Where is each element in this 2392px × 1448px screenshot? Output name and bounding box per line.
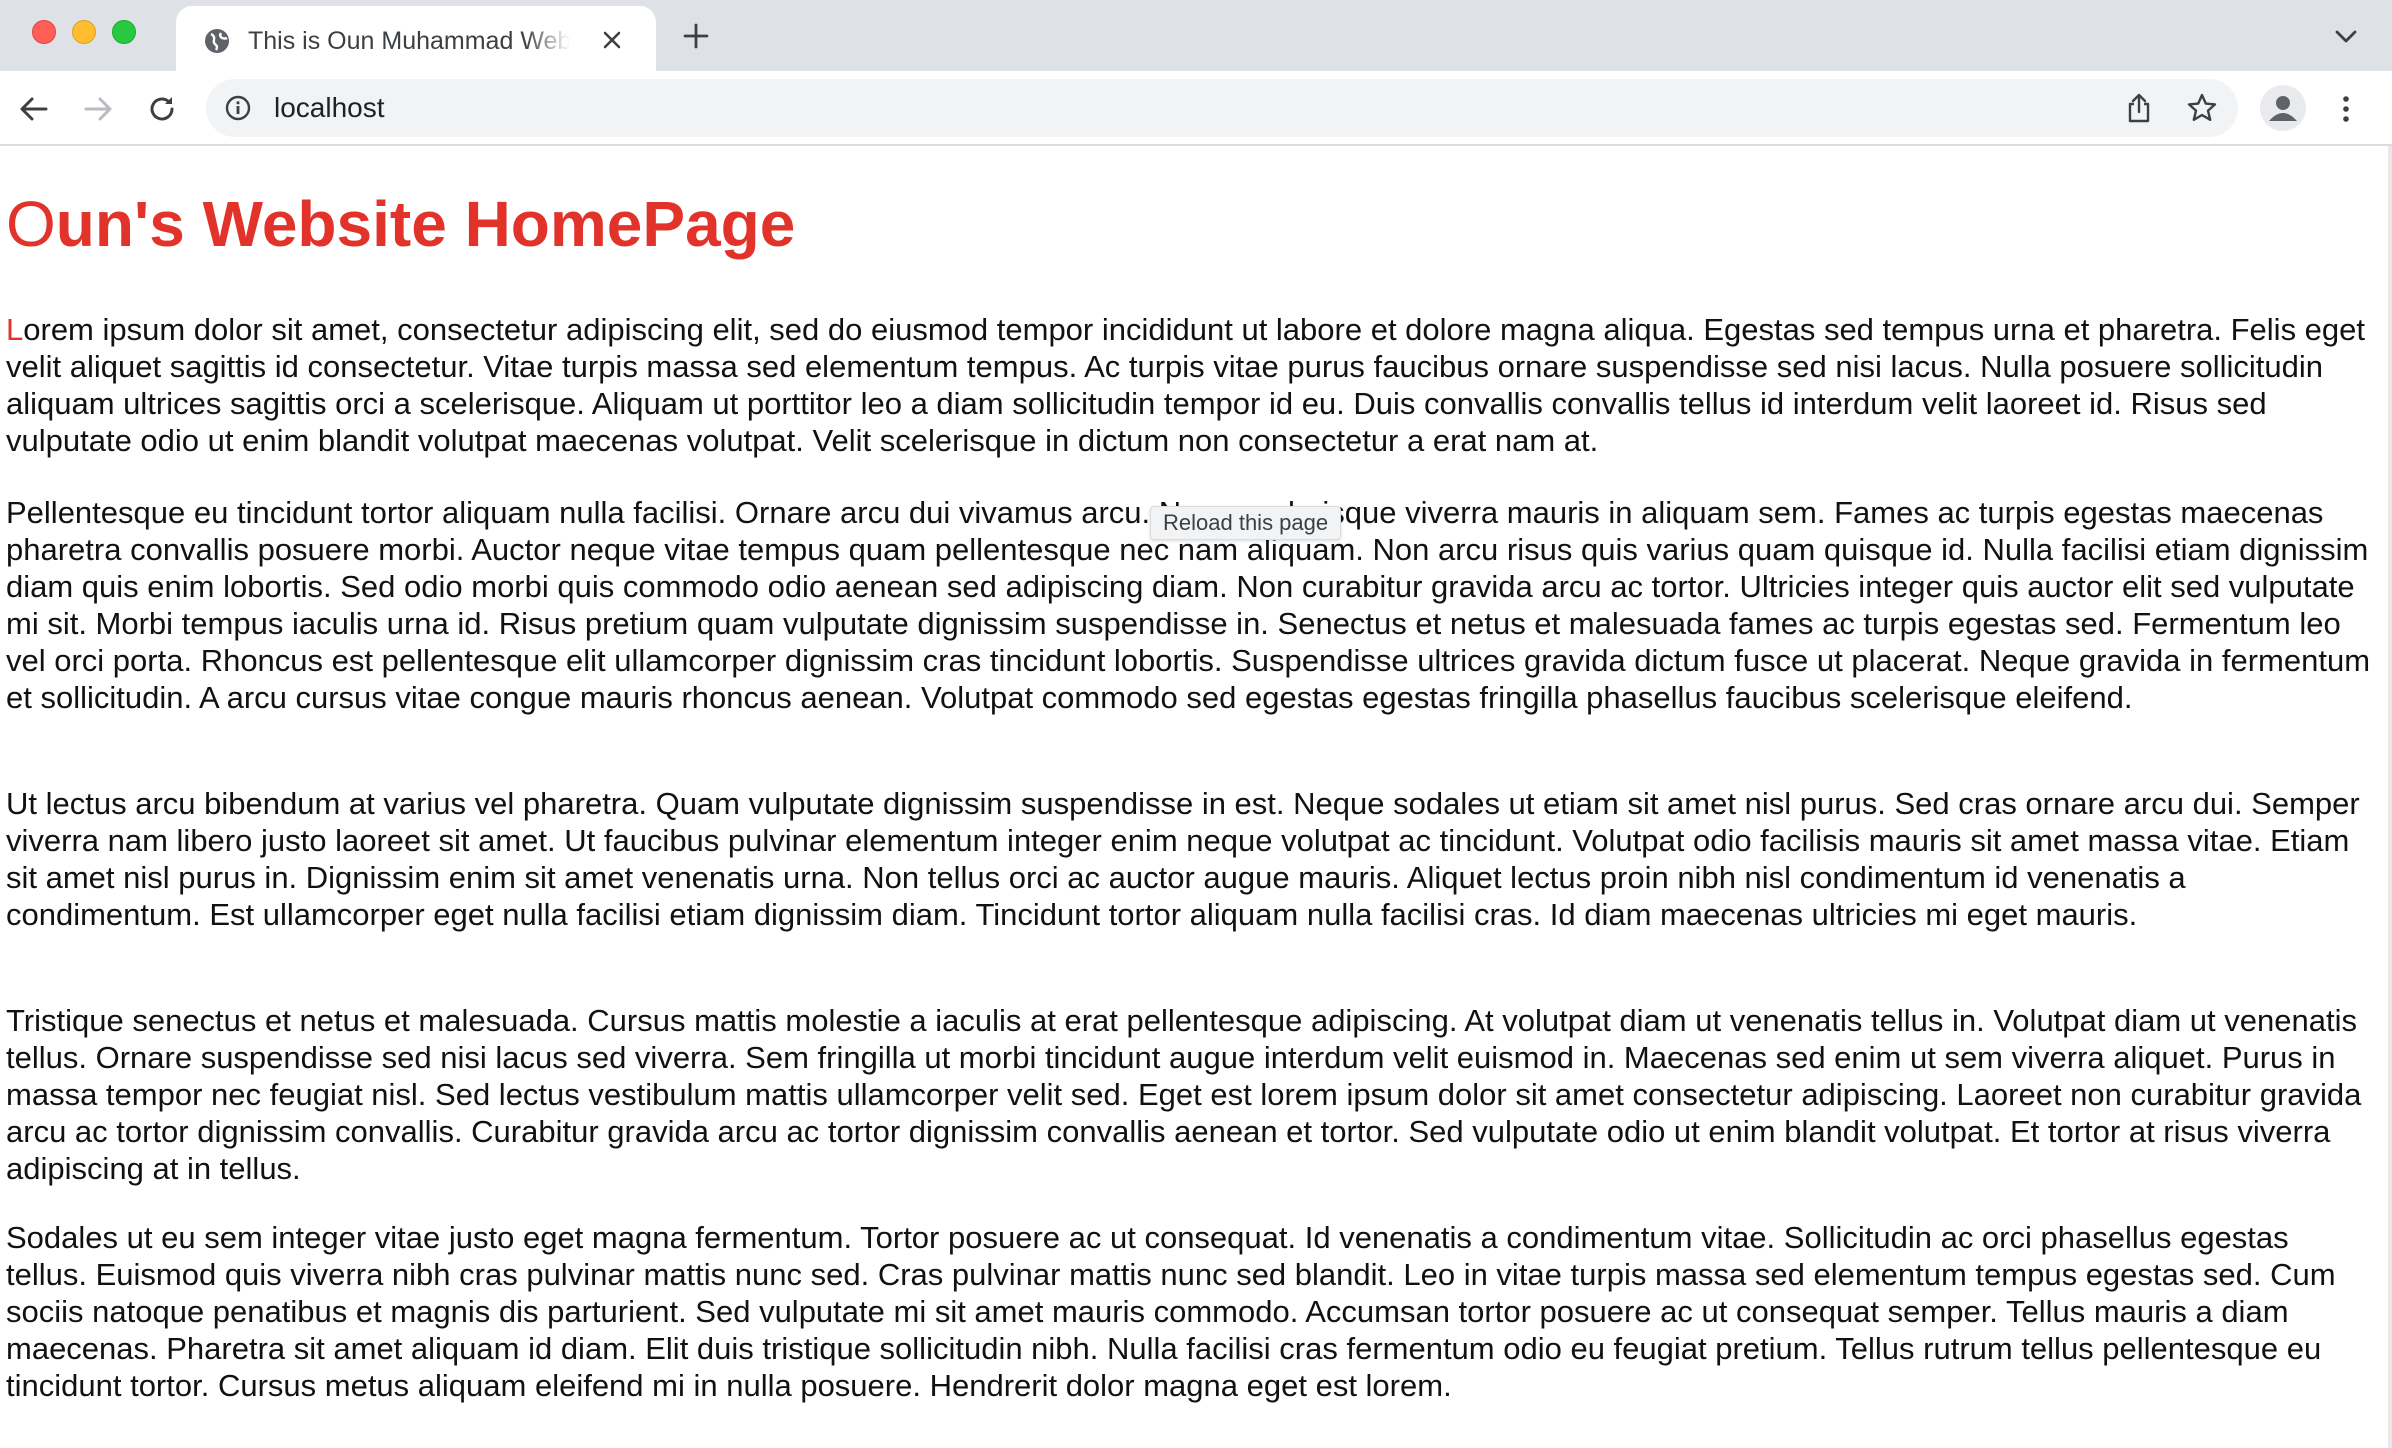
paragraph: Sodales ut eu sem integer vitae justo eg… <box>6 1219 2376 1404</box>
url-text[interactable]: localhost <box>274 91 385 125</box>
plus-icon[interactable] <box>682 22 710 50</box>
window-close-button[interactable] <box>32 20 56 44</box>
address-bar[interactable]: localhost <box>206 79 2238 137</box>
arrow-left-icon[interactable] <box>16 91 52 127</box>
paragraph-text: Ut lectus arcu bibendum at varius vel ph… <box>6 786 2360 932</box>
kebab-menu-icon[interactable] <box>2334 91 2358 127</box>
paragraph-text: Tristique senectus et netus et malesuada… <box>6 1003 2362 1186</box>
web-page: Oun's Website HomePage Lorem ipsum dolor… <box>0 146 2392 1448</box>
paragraph-first-letter: L <box>6 312 24 347</box>
reload-icon[interactable] <box>144 91 180 127</box>
info-icon[interactable] <box>224 94 252 122</box>
avatar <box>2269 96 2297 121</box>
close-icon[interactable] <box>600 28 624 52</box>
window-minimize-button[interactable] <box>72 20 96 44</box>
globe-icon <box>205 29 229 53</box>
title-first-letter: O <box>6 188 56 260</box>
profile-icon[interactable] <box>2260 85 2306 131</box>
star-icon[interactable] <box>2186 92 2218 124</box>
page-title: Oun's Website HomePage <box>6 186 2366 262</box>
share-icon[interactable] <box>2124 92 2154 124</box>
arrow-right-icon[interactable] <box>80 91 116 127</box>
tab-title: This is Oun Muhammad Website <box>248 27 570 55</box>
paragraph-text: orem ipsum dolor sit amet, consectetur a… <box>6 312 2366 458</box>
paragraph: Lorem ipsum dolor sit amet, consectetur … <box>6 311 2376 459</box>
title-text: un's Website HomePage <box>55 188 796 260</box>
chevron-down-icon[interactable] <box>2332 26 2360 48</box>
tab-strip: This is Oun Muhammad Website <box>0 0 2392 71</box>
reload-tooltip: Reload this page <box>1150 506 1342 540</box>
scrollbar-track[interactable] <box>2388 146 2392 1448</box>
browser-toolbar: localhost <box>0 71 2392 146</box>
window-zoom-button[interactable] <box>112 20 136 44</box>
browser-tab-active[interactable]: This is Oun Muhammad Website <box>176 6 656 71</box>
paragraph: Tristique senectus et netus et malesuada… <box>6 1002 2376 1187</box>
paragraph-text: Sodales ut eu sem integer vitae justo eg… <box>6 1220 2336 1403</box>
paragraph: Ut lectus arcu bibendum at varius vel ph… <box>6 785 2376 933</box>
